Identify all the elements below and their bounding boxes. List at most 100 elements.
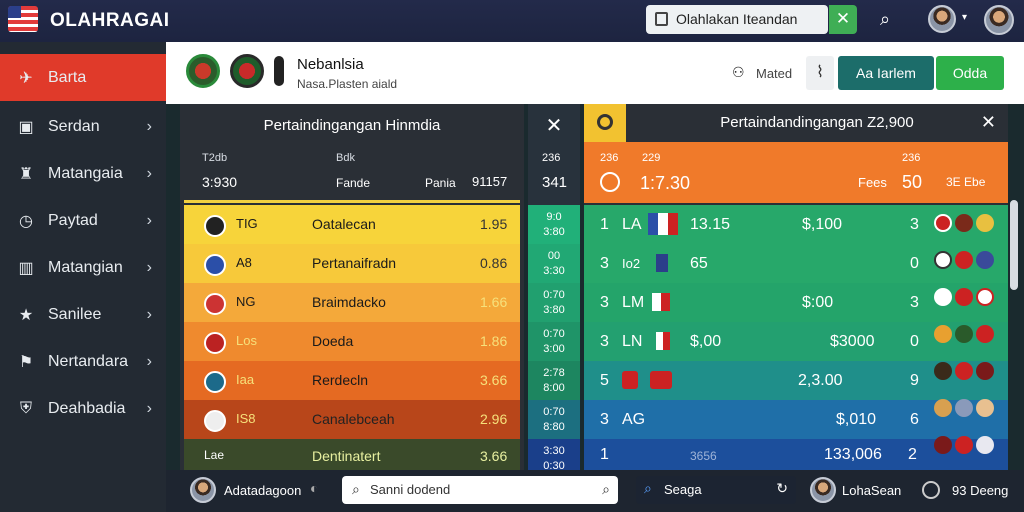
column-value: 341 [542, 174, 568, 191]
search-input[interactable]: Olahlakan Iteandan [646, 5, 828, 34]
chevron-right-icon: › [146, 258, 152, 276]
odds-value[interactable]: 1.66 [480, 294, 507, 310]
rank: 3 [600, 411, 609, 428]
team-name: Dentinatert [312, 448, 381, 464]
close-icon[interactable]: ✕ [981, 112, 996, 133]
secondary-search-input[interactable]: ⌕ Seaga ↻ [636, 476, 796, 504]
team-badge [204, 332, 226, 354]
team-logo[interactable] [230, 54, 264, 88]
user-name: Adatadagoon [224, 483, 302, 498]
team-badges-column [934, 214, 1000, 464]
app-title: OLAHRAGAI [50, 10, 170, 31]
sidebar-item-label: Matangian [48, 258, 123, 276]
score-cell[interactable]: 0:70 3:00 [528, 322, 580, 361]
bell-icon: ⚑ [18, 353, 34, 371]
calendar-icon: ▥ [18, 259, 34, 277]
odds-value[interactable]: 3.66 [480, 448, 507, 464]
odds-value[interactable]: 2.96 [480, 411, 507, 427]
column-value: 50 [902, 172, 923, 192]
sidebar-item-label: Deahbadia [48, 399, 126, 417]
sidebar-item-sanilee[interactable]: ★ Sanilee › [0, 291, 166, 338]
score-cell[interactable]: 2:78 8:00 [528, 361, 580, 400]
shield-icon [622, 371, 638, 389]
odds-value[interactable]: 1.86 [480, 333, 507, 349]
sidebar-item-label: Barta [48, 68, 87, 86]
user-name: LohaSean [842, 483, 902, 498]
star-icon: ★ [18, 306, 34, 324]
odds-value[interactable]: 0.86 [480, 255, 507, 271]
avatar[interactable] [810, 477, 836, 503]
table-row[interactable]: TIG Oatalecan 1.95 [184, 205, 520, 244]
profile-avatar[interactable] [984, 5, 1014, 35]
sidebar-item-label: Nertandara [48, 352, 129, 370]
chart-icon[interactable]: ⌇ [806, 56, 834, 90]
sidebar-item-serdan[interactable]: ▣ Serdan › [0, 103, 166, 150]
team-code: Iaa [236, 372, 255, 387]
mute-icon[interactable]: ◐ [310, 480, 318, 496]
flag-icon [652, 293, 670, 311]
clear-search-button[interactable]: ✕ [829, 5, 857, 34]
stat-count: 0 [910, 333, 919, 350]
standings-header: 236 229 236 1:7.30 Fees 50 3E Ebe [584, 142, 1008, 203]
team-name: Nebanlsia [297, 56, 364, 73]
sidebar-item-barta[interactable]: ✈ Barta [0, 54, 166, 101]
sidebar-item-label: Serdan [48, 117, 100, 135]
team-logo[interactable] [186, 54, 220, 88]
odds-value[interactable]: 3.66 [480, 372, 507, 388]
secondary-button[interactable]: Odda [936, 56, 1004, 90]
settings-icon[interactable] [922, 481, 940, 499]
odds-panel: Pertaindingangan Hinmdia T2db 3:930 Bdk … [180, 104, 524, 470]
match-label[interactable]: Mated [756, 66, 792, 81]
table-row[interactable]: Iaa Rerdecln 3.66 [184, 361, 520, 400]
sidebar-item-matangian[interactable]: ▥ Matangian › [0, 244, 166, 291]
table-row[interactable]: A8 Pertanaifradn 0.86 [184, 244, 520, 283]
avatar[interactable] [928, 5, 956, 33]
avatar[interactable] [190, 477, 216, 503]
chevron-right-icon: › [146, 117, 152, 135]
search-icon [655, 12, 668, 26]
team-name: Pertanaifradn [312, 255, 397, 271]
rank: 5 [600, 372, 609, 389]
team-code: LN [622, 333, 643, 350]
odds-value[interactable]: 1.95 [480, 216, 507, 232]
team-badge [204, 371, 226, 393]
score-cell[interactable]: 9:0 3:80 [528, 205, 580, 244]
sidebar-item-deahbadia[interactable]: ⛨ Deahbadia › [0, 385, 166, 432]
table-row[interactable]: Lae Dentinatert 3.66 [184, 439, 520, 470]
flag-icon [8, 6, 38, 32]
stat-count: 0 [910, 255, 919, 272]
score-cell[interactable]: 0:70 3:80 [528, 283, 580, 322]
close-icon[interactable]: ✕ [528, 104, 580, 148]
rank: 1 [600, 446, 609, 463]
rank: 1 [600, 216, 609, 233]
column-header: 3E Ebe [946, 175, 986, 189]
search-icon: ⌕ [602, 481, 610, 497]
sidebar-item-paytad[interactable]: ◷ Paytad › [0, 197, 166, 244]
score-cell[interactable]: 3:30 0:30 [528, 439, 580, 472]
settings-icon[interactable] [584, 104, 626, 142]
table-row[interactable]: NG Braimdacko 1.66 [184, 283, 520, 322]
table-row[interactable]: Los Doeda 1.86 [184, 322, 520, 361]
top-bar: OLAHRAGAI Olahlakan Iteandan ✕ ⌕ ▾ [0, 0, 1024, 42]
score-cell[interactable]: 0:70 8:80 [528, 400, 580, 439]
sidebar-item-nertandara[interactable]: ⚑ Nertandara › [0, 338, 166, 385]
bottom-search-input[interactable]: ⌕ Sanni dodend ⌕ [342, 476, 618, 504]
column-header: 229 [642, 152, 661, 164]
search-value: Olahlakan Iteandan [676, 11, 798, 27]
page-header: Nebanlsia Nasa.Plasten aiald ⚇ Mated ⌇ A… [166, 42, 1024, 104]
panel-title: Pertaindingangan Hinmdia [263, 117, 441, 134]
table-row[interactable]: IS8 Canalebceah 2.96 [184, 400, 520, 439]
sidebar-item-label: Paytad [48, 211, 98, 229]
refresh-icon[interactable]: ↻ [776, 480, 788, 497]
team-name: Doeda [312, 333, 354, 349]
magnifier-icon[interactable]: ⌕ [880, 9, 890, 30]
primary-button[interactable]: Aa Iarlem [838, 56, 934, 90]
scrollbar[interactable] [1010, 200, 1018, 290]
sidebar-item-matangaia[interactable]: ♜ Matangaia › [0, 150, 166, 197]
score-cell[interactable]: 00 3:30 [528, 244, 580, 283]
team-code: TIG [236, 216, 258, 231]
chevron-down-icon[interactable]: ▾ [962, 12, 967, 23]
team-name: Rerdecln [312, 372, 369, 388]
rank: 3 [600, 294, 609, 311]
team-name: Oatalecan [312, 216, 376, 232]
